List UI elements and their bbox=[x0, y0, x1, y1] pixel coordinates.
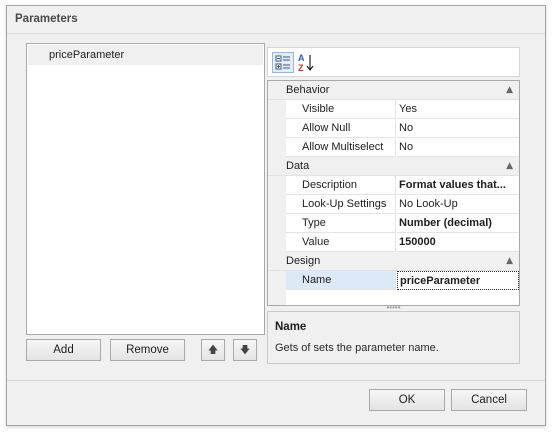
property-name: Type bbox=[286, 214, 396, 233]
footer-divider bbox=[7, 380, 545, 381]
collapse-icon[interactable]: ▲ bbox=[506, 252, 513, 270]
property-row-name[interactable]: Name priceParameter bbox=[268, 271, 519, 290]
dialog-title: Parameters bbox=[15, 13, 78, 25]
property-name: Description bbox=[286, 176, 396, 195]
description-title: Name bbox=[275, 321, 307, 333]
property-grid-toolbar: A Z bbox=[267, 47, 520, 77]
property-name: Allow Null bbox=[286, 119, 396, 138]
category-label: Data bbox=[286, 160, 310, 172]
property-value[interactable]: Format values that... bbox=[397, 176, 519, 195]
alpha-glyph-a: A bbox=[298, 53, 305, 63]
category-behavior[interactable]: Behavior ▲ bbox=[268, 81, 519, 100]
property-row-type[interactable]: Type Number (decimal) bbox=[268, 214, 519, 233]
category-design[interactable]: Design ▲ bbox=[268, 252, 519, 271]
categorized-view-button[interactable] bbox=[272, 52, 294, 73]
alphabetical-view-button[interactable]: A Z bbox=[296, 52, 318, 73]
property-name: Allow Multiselect bbox=[286, 138, 396, 157]
property-row-lookup-settings[interactable]: Look-Up Settings No Look-Up bbox=[268, 195, 519, 214]
property-grid[interactable]: Behavior ▲ Visible Yes Allow Null No All… bbox=[267, 80, 520, 306]
category-data[interactable]: Data ▲ bbox=[268, 157, 519, 176]
property-value[interactable]: No Look-Up bbox=[397, 195, 519, 214]
remove-button[interactable]: Remove bbox=[110, 339, 185, 361]
property-row-allow-multiselect[interactable]: Allow Multiselect No bbox=[268, 138, 519, 157]
title-divider bbox=[7, 33, 545, 34]
sort-az-icon: A Z bbox=[298, 53, 314, 73]
property-value[interactable]: No bbox=[397, 138, 519, 157]
description-text: Gets of sets the parameter name. bbox=[275, 342, 439, 354]
property-value[interactable]: Number (decimal) bbox=[397, 214, 519, 233]
category-label: Behavior bbox=[286, 84, 330, 96]
property-name: Name bbox=[286, 271, 396, 290]
ok-button[interactable]: OK bbox=[369, 389, 445, 411]
property-name: Look-Up Settings bbox=[286, 195, 396, 214]
move-down-button[interactable]: 🡇 bbox=[233, 339, 257, 361]
parameter-item[interactable]: priceParameter bbox=[28, 45, 263, 65]
alpha-glyph-z: Z bbox=[298, 63, 304, 73]
move-up-button[interactable]: 🡅 bbox=[201, 339, 225, 361]
property-name: Value bbox=[286, 233, 396, 252]
property-row-description[interactable]: Description Format values that... bbox=[268, 176, 519, 195]
arrow-down-icon: 🡇 bbox=[239, 345, 251, 356]
property-name: Visible bbox=[286, 100, 396, 119]
property-value[interactable]: 150000 bbox=[397, 233, 519, 252]
property-value-editor[interactable]: priceParameter bbox=[397, 271, 519, 290]
collapse-icon[interactable]: ▲ bbox=[506, 157, 513, 175]
collapse-icon[interactable]: ▲ bbox=[506, 81, 513, 99]
parameters-dialog: Parameters priceParameter Add Remove 🡅 🡇 bbox=[6, 5, 546, 426]
property-value[interactable]: No bbox=[397, 119, 519, 138]
add-button[interactable]: Add bbox=[26, 339, 101, 361]
property-row-visible[interactable]: Visible Yes bbox=[268, 100, 519, 119]
description-panel: Name Gets of sets the parameter name. bbox=[267, 311, 520, 364]
cancel-button[interactable]: Cancel bbox=[451, 389, 527, 411]
arrow-up-icon: 🡅 bbox=[207, 345, 219, 356]
parameter-list[interactable]: priceParameter bbox=[26, 43, 265, 335]
property-row-allow-null[interactable]: Allow Null No bbox=[268, 119, 519, 138]
property-value[interactable]: Yes bbox=[397, 100, 519, 119]
categorized-view-icon bbox=[275, 55, 290, 70]
property-row-value[interactable]: Value 150000 bbox=[268, 233, 519, 252]
category-label: Design bbox=[286, 255, 321, 267]
